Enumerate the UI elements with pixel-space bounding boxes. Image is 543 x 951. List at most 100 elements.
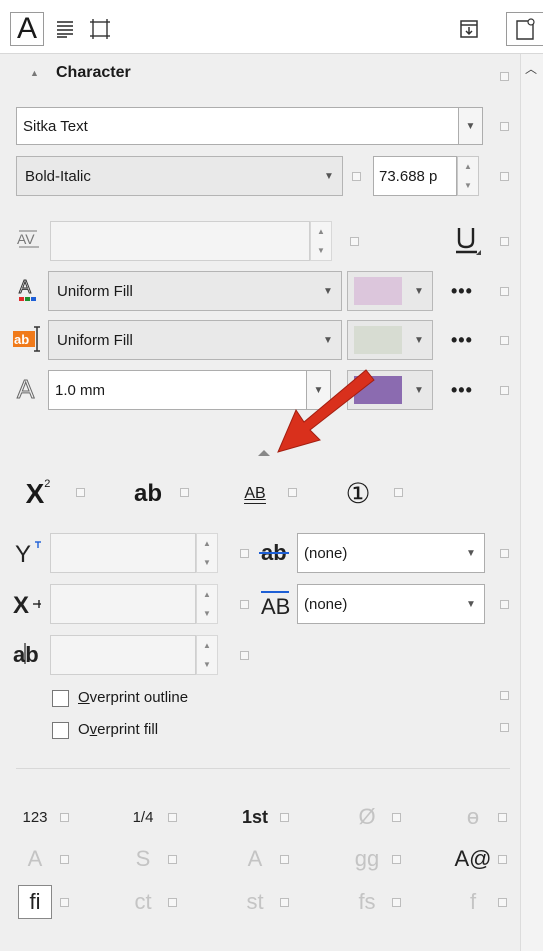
strikethrough-select[interactable]: (none) [297,533,485,573]
opentype-feature-row2-1[interactable]: A [18,842,52,876]
lock-toggle[interactable] [280,813,289,822]
background-fill-dropdown-icon[interactable]: ▼ [316,320,340,360]
text-fill-type-select[interactable]: Uniform Fill [48,271,342,311]
opentype-feature-row1-1[interactable]: 123 [18,800,52,834]
opentype-feature-row3-1[interactable]: fi [18,885,52,919]
lock-toggle[interactable] [288,488,297,497]
font-style-select[interactable]: Bold-Italic [16,156,343,196]
opentype-feature-row3-2[interactable]: ct [126,885,160,919]
opentype-feature-row1-5[interactable]: ɵ [456,800,490,834]
opentype-feature-row3-5[interactable]: f [456,885,490,919]
overprint-outline-label[interactable]: Overprint outline [78,689,188,706]
lock-toggle[interactable] [500,72,509,81]
lock-toggle[interactable] [500,549,509,558]
opentype-feature-row2-4[interactable]: gg [350,842,384,876]
background-fill-color-dropdown-icon[interactable]: ▼ [407,320,431,360]
opentype-feature-row1-4[interactable]: Ø [350,800,384,834]
overline-dropdown-icon[interactable]: ▼ [459,584,483,624]
lock-toggle[interactable] [500,237,509,246]
lock-toggle[interactable] [394,488,403,497]
lock-toggle[interactable] [498,813,507,822]
lock-toggle[interactable] [392,898,401,907]
vertical-scrollbar[interactable]: ︿ [520,54,543,951]
opentype-feature-label: fi [29,889,41,914]
lock-toggle[interactable] [60,813,69,822]
opentype-feature-row2-3[interactable]: A [238,842,272,876]
tab-paragraph[interactable] [50,12,80,46]
lock-toggle[interactable] [500,600,509,609]
tab-frame[interactable] [84,12,116,46]
opentype-feature-row3-3[interactable]: st [238,885,272,919]
vertical-shift-field[interactable] [50,533,196,573]
background-fill-more-button[interactable]: ••• [451,330,473,351]
svg-text:ab: ab [13,642,39,667]
overline-select[interactable]: (none) [297,584,485,624]
lock-toggle[interactable] [392,855,401,864]
superscript-button[interactable]: X2 [18,476,58,512]
font-style-dropdown-icon[interactable]: ▼ [317,156,341,196]
lock-toggle[interactable] [280,898,289,907]
lock-toggle[interactable] [500,287,509,296]
lock-toggle[interactable] [500,691,509,700]
horizontal-shift-spinner[interactable]: ▲ ▼ [196,584,218,624]
text-fill-more-button[interactable]: ••• [451,281,473,302]
lock-toggle[interactable] [498,898,507,907]
overprint-fill-checkbox[interactable] [52,722,69,739]
subscript-button[interactable]: ab [126,476,170,512]
opentype-feature-row1-3[interactable]: 1st [238,800,272,834]
overprint-outline-checkbox[interactable] [52,690,69,707]
opentype-feature-row2-5[interactable]: A@ [455,842,492,876]
horizontal-shift-field[interactable] [50,584,196,624]
lock-toggle[interactable] [60,898,69,907]
outline-width-field[interactable]: 1.0 mm [48,370,307,410]
lock-toggle[interactable] [500,122,509,131]
lock-toggle[interactable] [498,855,507,864]
lock-toggle[interactable] [280,855,289,864]
section-title[interactable]: Character [56,64,131,82]
text-fill-dropdown-icon[interactable]: ▼ [316,271,340,311]
lock-toggle[interactable] [168,813,177,822]
lock-toggle[interactable] [240,651,249,660]
lock-toggle[interactable] [500,172,509,181]
opentype-feature-row2-2[interactable]: S [126,842,160,876]
character-spacing-field[interactable] [50,635,196,675]
lock-toggle[interactable] [500,723,509,732]
kerning-field[interactable] [50,221,310,261]
outline-color-dropdown-icon[interactable]: ▼ [407,370,431,410]
scroll-up-arrow-icon[interactable]: ︿ [525,60,537,77]
lock-toggle[interactable] [500,386,509,395]
kerning-spinner[interactable]: ▲ ▼ [310,221,332,261]
underline-style-button[interactable]: AB [236,476,274,512]
lock-toggle[interactable] [168,855,177,864]
lock-toggle[interactable] [60,855,69,864]
character-spacing-spinner[interactable]: ▲ ▼ [196,635,218,675]
text-fill-color-dropdown-icon[interactable]: ▼ [407,271,431,311]
lock-toggle[interactable] [350,237,359,246]
strikethrough-dropdown-icon[interactable]: ▼ [459,533,483,573]
font-size-spinner[interactable]: ▲ ▼ [457,156,479,196]
lock-toggle[interactable] [180,488,189,497]
opentype-feature-row1-2[interactable]: 1/4 [126,800,160,834]
vertical-shift-spinner[interactable]: ▲ ▼ [196,533,218,573]
background-fill-type-select[interactable]: Uniform Fill [48,320,342,360]
lock-toggle[interactable] [392,813,401,822]
tab-character[interactable]: A [10,12,44,46]
numeral-button[interactable]: ① [338,474,378,512]
dock-button[interactable] [454,12,484,46]
lock-toggle[interactable] [168,898,177,907]
lock-toggle[interactable] [240,600,249,609]
expand-section-icon[interactable] [258,450,270,456]
collapse-icon[interactable]: ▲ [30,68,39,78]
lock-toggle[interactable] [76,488,85,497]
lock-toggle[interactable] [352,172,361,181]
opentype-feature-row3-4[interactable]: fs [350,885,384,919]
underline-icon[interactable] [452,224,482,256]
lock-toggle[interactable] [240,549,249,558]
overprint-fill-label[interactable]: Overprint fill [78,721,158,738]
font-size-field[interactable]: 73.688 p [373,156,457,196]
font-family-dropdown-icon[interactable]: ▼ [459,107,483,145]
font-family-field[interactable]: Sitka Text [16,107,459,145]
outline-more-button[interactable]: ••• [451,380,473,401]
tab-object-properties[interactable] [506,12,543,46]
lock-toggle[interactable] [500,336,509,345]
